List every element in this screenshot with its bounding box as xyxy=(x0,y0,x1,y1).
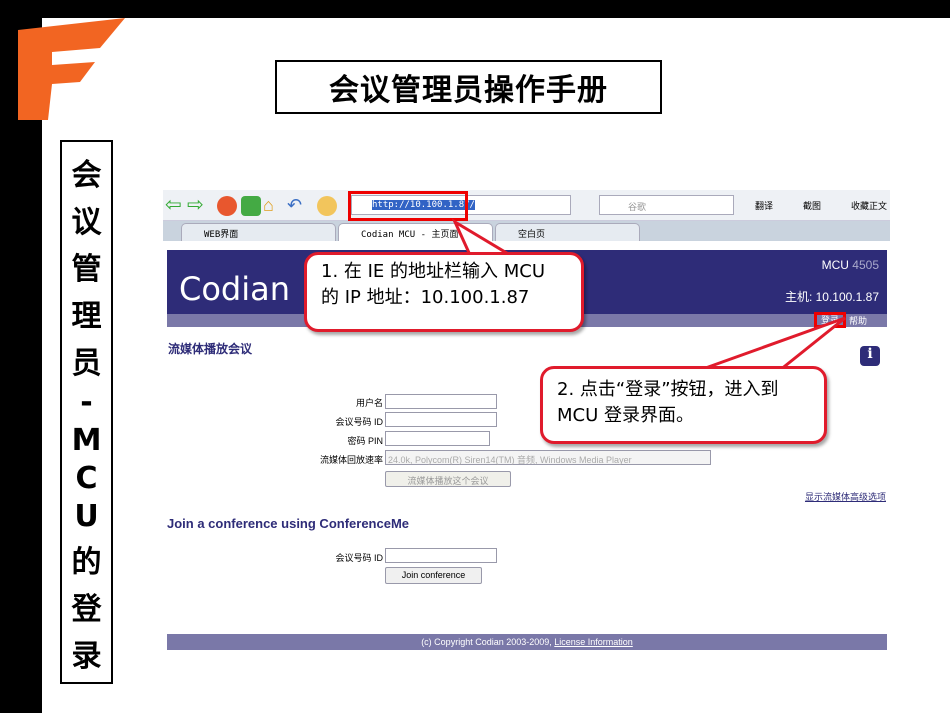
slide-title: 会议管理员操作手册 xyxy=(275,60,662,114)
side-char: 登 xyxy=(71,591,102,627)
join-id-label: 会议号码 ID xyxy=(335,553,383,563)
screenshot-button[interactable]: 截图 xyxy=(803,199,821,212)
callout-login: 2. 点击“登录”按钮，进入到 MCU 登录界面。 xyxy=(540,366,827,444)
side-title: 会 议 管 理 员 - M C U 的 登 录 xyxy=(60,140,113,684)
side-char: 议 xyxy=(71,204,102,240)
host-address: 主机: 10.100.1.87 xyxy=(784,290,879,304)
favorite-button[interactable]: 收藏正文 xyxy=(851,199,887,212)
tab-bar: WEB界面 Codian MCU - 主页面 空白页 xyxy=(163,221,890,241)
join-heading: Join a conference using ConferenceMe xyxy=(167,516,410,531)
conference-id-input[interactable] xyxy=(385,412,497,427)
search-input[interactable]: 谷歌 xyxy=(599,195,734,215)
tab-codian[interactable]: Codian MCU - 主页面 xyxy=(338,223,493,241)
home-icon[interactable]: ⌂ xyxy=(263,196,283,216)
f-logo-icon xyxy=(18,18,125,120)
footer: (c) Copyright Codian 2003-2009, License … xyxy=(167,634,887,650)
translate-button[interactable]: 翻译 xyxy=(755,199,773,212)
refresh-icon[interactable] xyxy=(241,196,261,216)
tab-blank[interactable]: 空白页 xyxy=(495,223,640,241)
advanced-options-link[interactable]: 显示流媒体高级选项 xyxy=(805,490,886,503)
browser-toolbar: ⇦ ⇨ ⌂ ↶ http://10.100.1.87/ 谷歌 翻译 截图 收藏正… xyxy=(163,190,890,221)
tab-web[interactable]: WEB界面 xyxy=(181,223,336,241)
stream-heading: 流媒体播放会议 xyxy=(168,342,253,356)
side-char: 管 xyxy=(71,251,102,287)
top-bar xyxy=(0,0,950,18)
callout-address: 1. 在 IE 的地址栏输入 MCU 的 IP 地址：10.100.1.87 xyxy=(304,252,584,332)
side-char: 理 xyxy=(71,298,102,334)
conference-id-label: 会议号码 ID xyxy=(335,417,383,427)
join-id-input[interactable] xyxy=(385,548,497,563)
forward-icon[interactable]: ⇨ xyxy=(187,195,207,216)
username-input[interactable] xyxy=(385,394,497,409)
login-link[interactable]: 登录 xyxy=(814,312,846,328)
side-char: 录 xyxy=(71,638,102,674)
side-char: C xyxy=(75,460,98,496)
model: MCU 4505 xyxy=(821,258,879,272)
side-char: 的 xyxy=(71,544,102,580)
address-highlight xyxy=(348,191,468,221)
stream-button[interactable]: 流媒体播放这个会议 xyxy=(385,471,511,487)
codian-logo: Codian xyxy=(179,270,291,308)
back-icon[interactable]: ⇦ xyxy=(165,195,185,216)
side-char: U xyxy=(74,498,99,534)
pin-label: 密码 PIN xyxy=(347,436,383,446)
username-label: 用户名 xyxy=(355,398,383,408)
info-icon[interactable]: i xyxy=(860,346,880,366)
undo-icon[interactable]: ↶ xyxy=(287,196,307,216)
help-link[interactable]: 帮助 xyxy=(849,314,867,327)
join-button[interactable]: Join conference xyxy=(385,567,482,584)
side-char: - xyxy=(80,384,93,420)
rate-select[interactable]: 24.0k, Polycom(R) Siren14(TM) 音频, Window… xyxy=(385,450,711,465)
side-char: 员 xyxy=(71,345,102,381)
license-link[interactable]: License Information xyxy=(554,637,633,647)
stop-icon[interactable] xyxy=(217,196,237,216)
paw-icon[interactable] xyxy=(317,196,337,216)
pin-input[interactable] xyxy=(385,431,490,446)
side-char: 会 xyxy=(71,157,102,193)
rate-label: 流媒体回放速率 xyxy=(319,455,383,465)
side-char: M xyxy=(71,422,102,458)
